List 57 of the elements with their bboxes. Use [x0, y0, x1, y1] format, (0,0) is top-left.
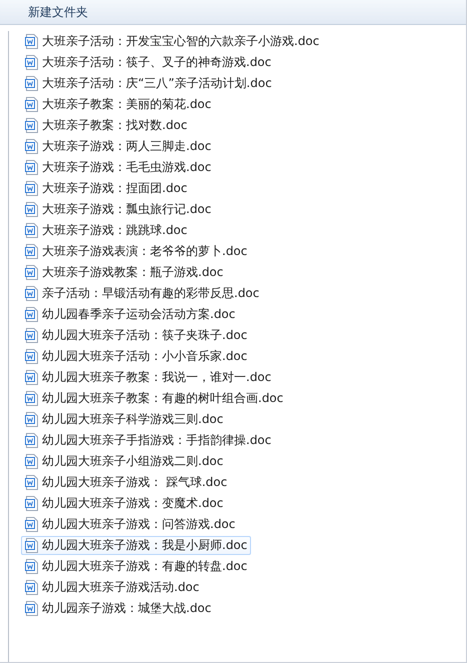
- document-icon: [25, 223, 38, 238]
- file-item[interactable]: 幼儿园大班亲子游戏：变魔术.doc: [21, 494, 228, 513]
- file-item[interactable]: 大班亲子活动：筷子、叉子的神奇游戏.doc: [21, 53, 276, 72]
- file-item[interactable]: 幼儿园大班亲子手指游戏：手指韵律操.doc: [21, 431, 276, 450]
- file-item[interactable]: 大班亲子游戏：捏面团.doc: [21, 179, 192, 198]
- document-icon: [25, 160, 38, 175]
- file-item[interactable]: 幼儿园大班亲子教案：有趣的树叶组合画.doc: [21, 389, 288, 408]
- file-item[interactable]: 大班亲子游戏：毛毛虫游戏.doc: [21, 158, 216, 177]
- document-icon: [25, 202, 38, 217]
- document-icon: [25, 580, 38, 595]
- document-icon: [25, 34, 38, 49]
- file-item[interactable]: 大班亲子游戏：瓢虫旅行记.doc: [21, 200, 216, 219]
- document-icon: [25, 517, 38, 532]
- file-item[interactable]: 幼儿园大班亲子小组游戏二则.doc: [21, 452, 228, 471]
- file-item[interactable]: 幼儿园大班亲子教案：我说一，谁对一.doc: [21, 368, 276, 387]
- document-icon: [25, 433, 38, 448]
- document-icon: [25, 328, 38, 343]
- file-item[interactable]: 幼儿园亲子游戏：城堡大战.doc: [21, 599, 216, 618]
- file-item[interactable]: 幼儿园大班亲子游戏：有趣的转盘.doc: [21, 557, 252, 576]
- document-icon: [25, 97, 38, 112]
- document-icon: [25, 307, 38, 322]
- document-icon: [25, 55, 38, 70]
- document-icon: [25, 412, 38, 427]
- document-icon: [25, 286, 38, 301]
- file-item[interactable]: 幼儿园大班亲子活动：小小音乐家.doc: [21, 347, 252, 366]
- document-icon: [25, 538, 38, 553]
- document-icon: [25, 370, 38, 385]
- file-item[interactable]: 大班亲子游戏表演：老爷爷的萝卜.doc: [21, 242, 252, 261]
- document-icon: [25, 454, 38, 469]
- file-item[interactable]: 幼儿园春季亲子运动会活动方案.doc: [21, 305, 240, 324]
- file-item[interactable]: 幼儿园大班亲子游戏活动.doc: [21, 578, 204, 597]
- file-item[interactable]: 大班亲子游戏：跳跳球.doc: [21, 221, 192, 240]
- document-icon: [25, 76, 38, 91]
- document-icon: [25, 118, 38, 133]
- file-item[interactable]: 大班亲子游戏：两人三脚走.doc: [21, 137, 216, 156]
- file-item[interactable]: 幼儿园大班亲子科学游戏三则.doc: [21, 410, 228, 429]
- file-item[interactable]: 幼儿园大班亲子活动：筷子夹珠子.doc: [21, 326, 252, 345]
- document-icon: [25, 601, 38, 616]
- document-icon: [25, 475, 38, 490]
- file-item[interactable]: 大班亲子活动：开发宝宝心智的六款亲子小游戏.doc: [21, 32, 324, 51]
- file-item[interactable]: 大班亲子活动：庆“三八”亲子活动计划.doc: [21, 74, 276, 93]
- document-icon: [25, 349, 38, 364]
- file-item[interactable]: 亲子活动：早锻活动有趣的彩带反思.doc: [21, 284, 264, 303]
- document-icon: [25, 265, 38, 280]
- document-icon: [25, 181, 38, 196]
- document-icon: [25, 139, 38, 154]
- new-folder-button[interactable]: 新建文件夹: [20, 2, 96, 22]
- document-icon: [25, 496, 38, 511]
- file-item[interactable]: 大班亲子教案：美丽的菊花.doc: [21, 95, 216, 114]
- file-item[interactable]: 幼儿园大班亲子游戏：问答游戏.doc: [21, 515, 240, 534]
- document-icon: [25, 244, 38, 259]
- file-item[interactable]: 幼儿园大班亲子游戏： 踩气球.doc: [21, 473, 232, 492]
- file-item[interactable]: 大班亲子教案：找对数.doc: [21, 116, 192, 135]
- file-item[interactable]: 大班亲子游戏教案：瓶子游戏.doc: [21, 263, 228, 282]
- document-icon: [25, 559, 38, 574]
- document-icon: [25, 391, 38, 406]
- file-item[interactable]: 幼儿园大班亲子游戏：我是小厨师.doc: [21, 536, 252, 555]
